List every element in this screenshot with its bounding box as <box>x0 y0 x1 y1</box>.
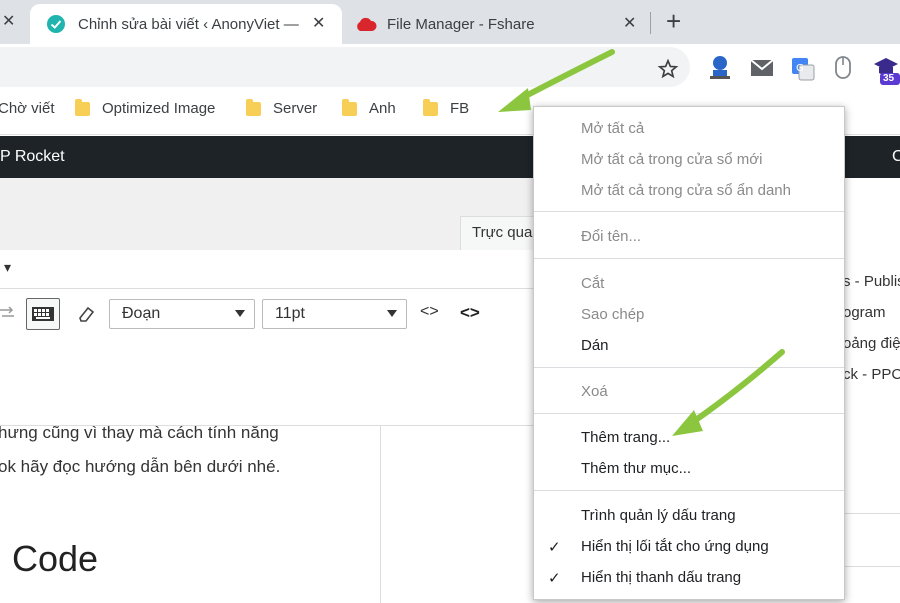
green-arrow-icon <box>672 349 785 436</box>
annotation-arrows <box>498 49 785 436</box>
green-arrow-icon <box>498 49 615 112</box>
